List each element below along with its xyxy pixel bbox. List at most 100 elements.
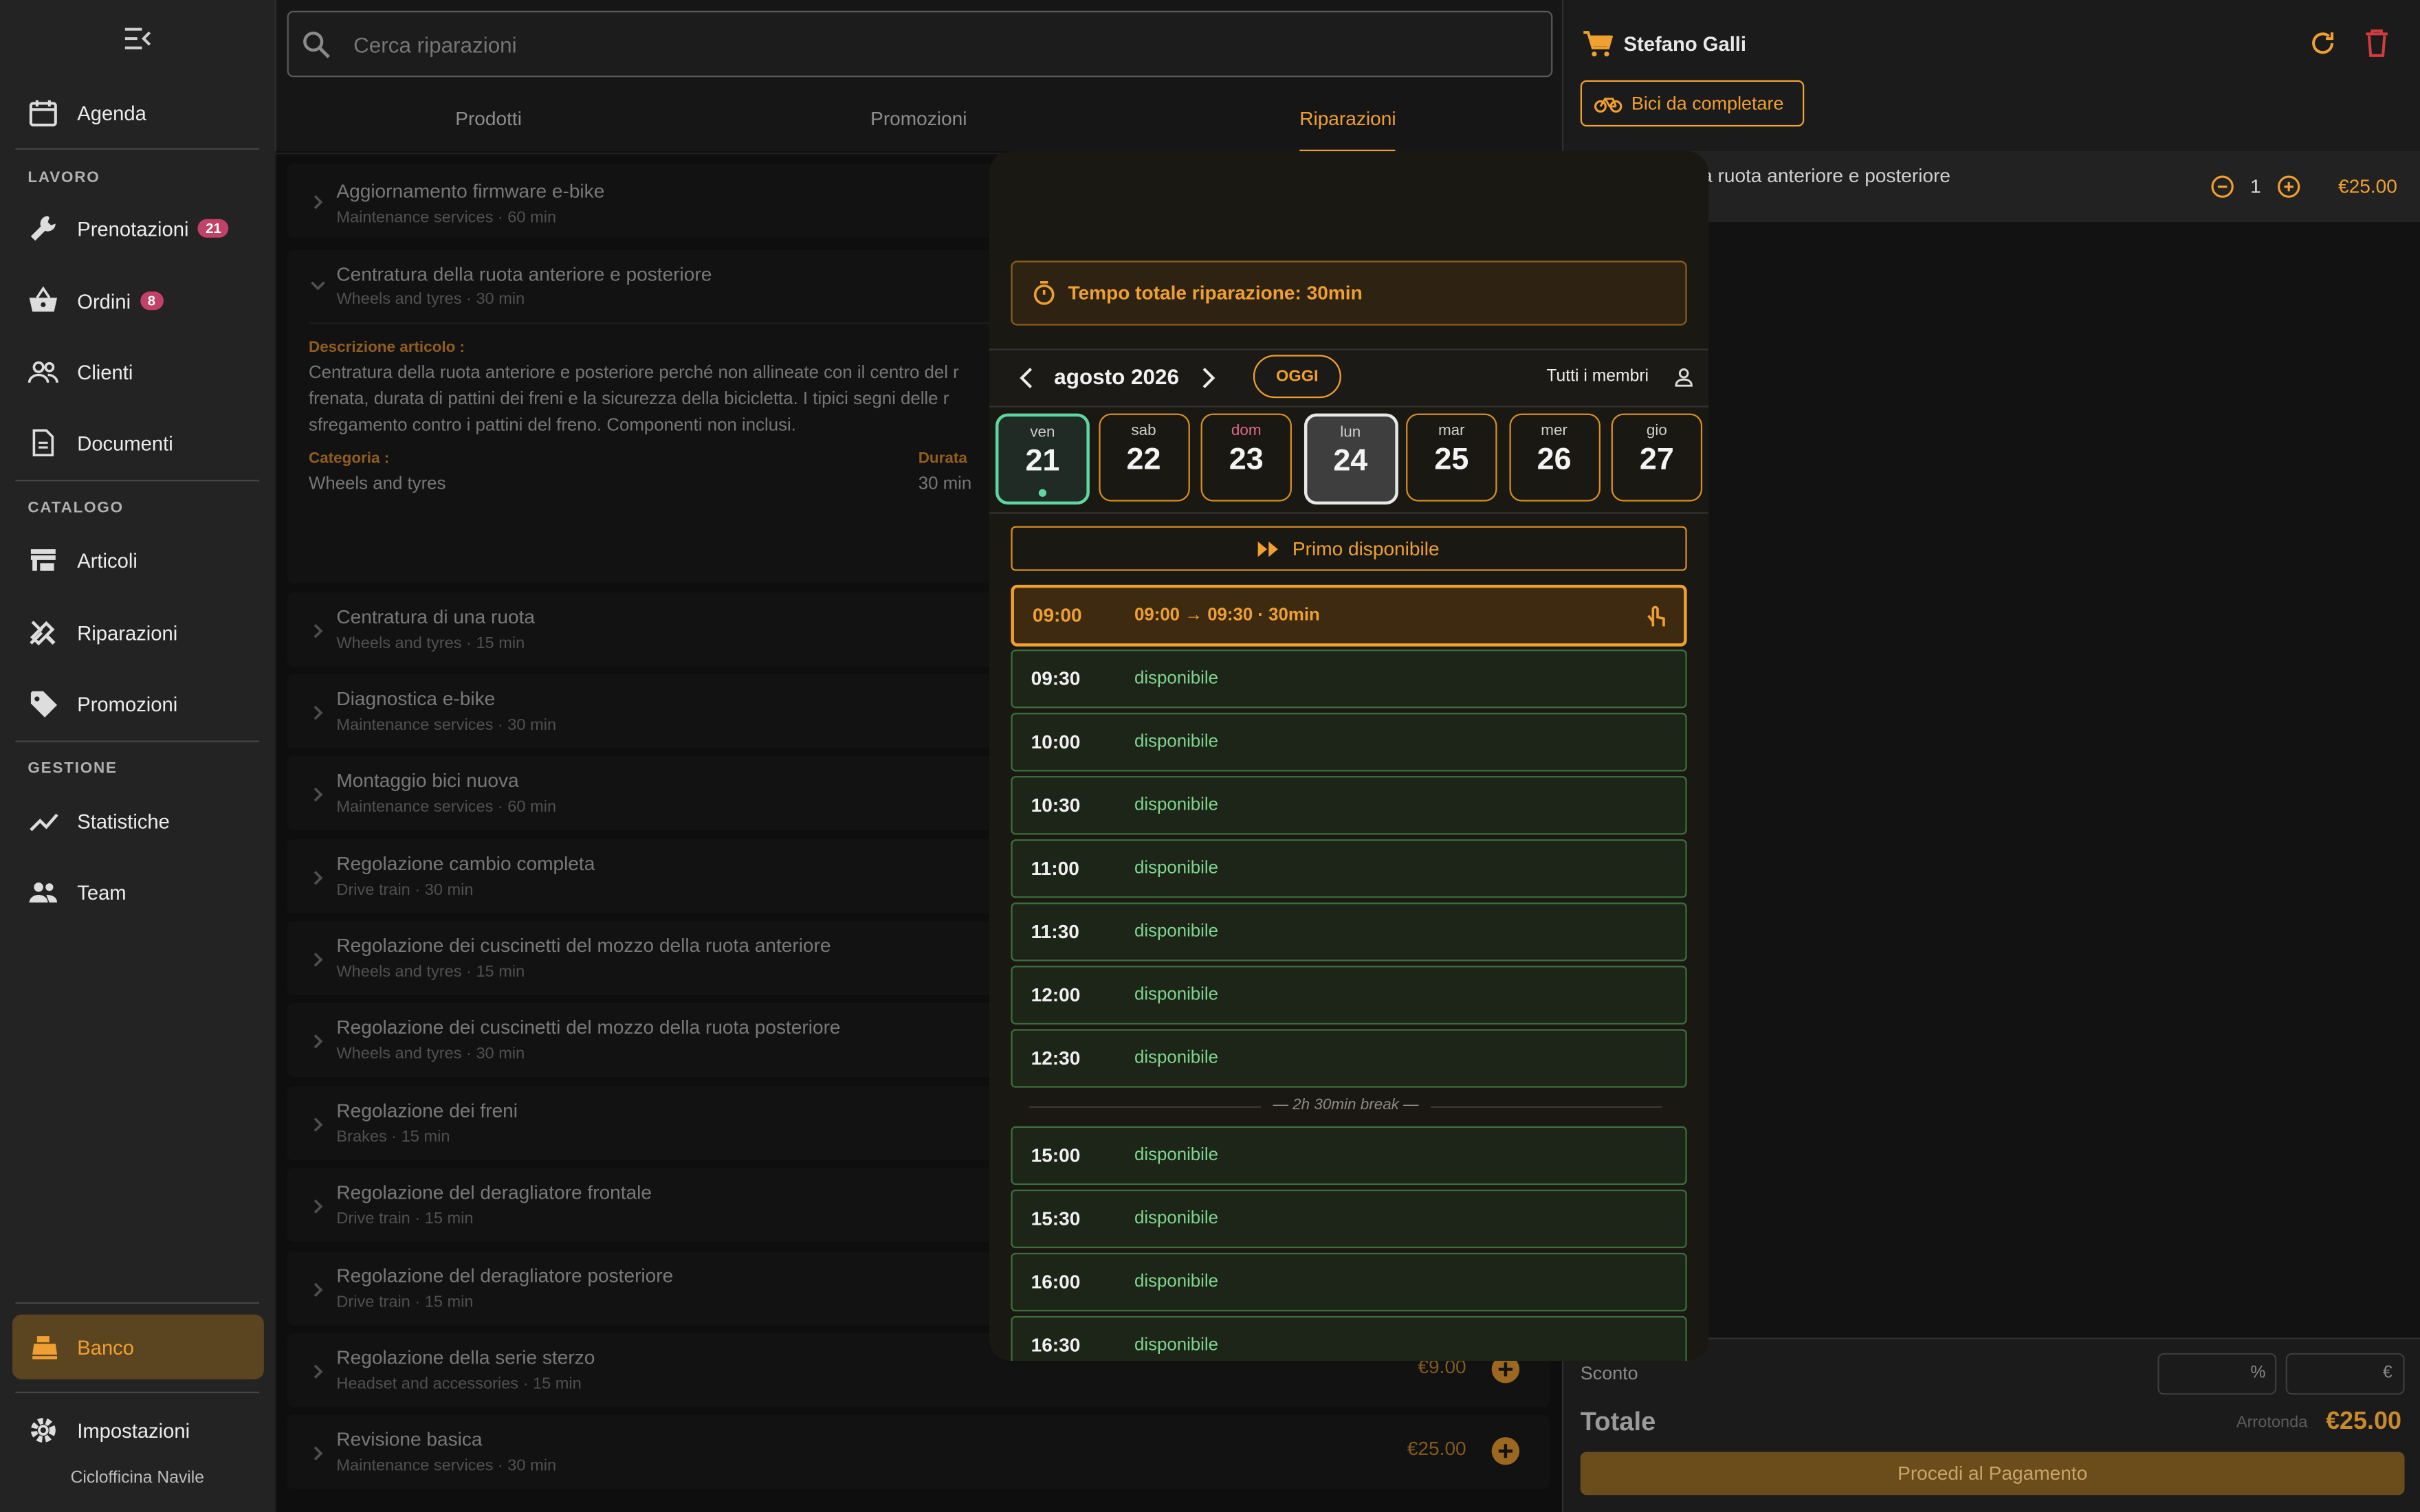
sidebar-item-agenda[interactable]: Agenda: [28, 89, 146, 135]
time-slot[interactable]: 10:00 disponibile: [1011, 713, 1687, 772]
day-number: 23: [1229, 443, 1264, 477]
slot-range: 09:00 → 09:30 · 30min: [1134, 606, 1320, 625]
time-slot[interactable]: 12:30 disponibile: [1011, 1029, 1687, 1088]
day-name: dom: [1231, 423, 1262, 440]
day-number: 26: [1537, 443, 1572, 477]
search-input[interactable]: [350, 30, 1438, 58]
chevron-left-icon[interactable]: [1019, 367, 1034, 388]
time-slot[interactable]: 16:30 disponibile: [1011, 1315, 1687, 1361]
count-badge: 8: [140, 291, 164, 311]
sidebar-item-label: Banco: [77, 1335, 135, 1359]
cart-icon: [1582, 30, 1613, 60]
sidebar-item-label: Impostazioni: [77, 1419, 190, 1442]
time-slot[interactable]: 12:00 disponibile: [1011, 966, 1687, 1025]
sidebar-item-ordini[interactable]: Ordini 8: [28, 278, 164, 324]
store-icon: [28, 544, 58, 575]
sidebar-item-riparazioni[interactable]: Riparazioni: [28, 610, 177, 656]
register-icon: [31, 1333, 58, 1361]
bicycle-icon: [1594, 94, 1622, 113]
app-root: Agenda LAVORO Prenotazioni 21 Ordini 8 C…: [0, 0, 2420, 1512]
slot-status: disponibile: [1134, 1049, 1219, 1068]
search-bar[interactable]: [287, 10, 1553, 78]
sidebar-item-label: Prenotazioni: [77, 216, 189, 241]
divider: [15, 740, 260, 742]
time-slot[interactable]: 09:30 disponibile: [1011, 649, 1687, 709]
customer-name: Stefano Galli: [1623, 32, 1747, 56]
time-slot[interactable]: 11:00 disponibile: [1011, 839, 1687, 898]
sidebar-item-documenti[interactable]: Documenti: [28, 420, 173, 466]
bike-to-complete-button[interactable]: Bici da completare: [1580, 80, 1805, 127]
day-24[interactable]: lun 24: [1303, 413, 1398, 505]
members-filter[interactable]: Tutti i membri: [1546, 367, 1649, 386]
search-icon: [301, 29, 332, 60]
day-number: 21: [1025, 444, 1060, 478]
sidebar-item-prenotazioni[interactable]: Prenotazioni 21: [28, 205, 229, 252]
time-slot[interactable]: 10:30 disponibile: [1011, 776, 1687, 835]
divider: [15, 1302, 260, 1304]
day-name: lun: [1340, 424, 1361, 442]
slot-status: disponibile: [1134, 1146, 1219, 1165]
wrench-icon: [28, 213, 58, 244]
section-label-catalogo: CATALOGO: [28, 500, 124, 518]
day-26[interactable]: mer 26: [1508, 413, 1600, 502]
cart-item-price: €25.00: [2338, 175, 2397, 198]
sidebar-item-label: Promozioni: [77, 691, 178, 715]
count-badge: 21: [197, 219, 229, 238]
sidebar-item-label: Statistiche: [77, 809, 170, 833]
day-name: sab: [1131, 423, 1156, 440]
day-27[interactable]: gio 27: [1611, 413, 1703, 502]
sidebar-item-clienti[interactable]: Clienti: [28, 348, 133, 394]
time-slot[interactable]: 15:00 disponibile: [1011, 1126, 1687, 1186]
day-25[interactable]: mar 25: [1406, 413, 1497, 502]
refresh-icon[interactable]: [2309, 30, 2336, 57]
slot-status: disponibile: [1134, 1210, 1219, 1228]
slot-status: disponibile: [1134, 796, 1219, 815]
round-button[interactable]: Arrotonda: [2236, 1413, 2308, 1432]
document-icon: [28, 427, 58, 458]
tools-icon: [28, 617, 58, 648]
time-slot[interactable]: 16:00 disponibile: [1011, 1252, 1687, 1312]
day-name: gio: [1646, 423, 1667, 440]
sidebar-item-statistiche[interactable]: Statistiche: [28, 798, 170, 844]
day-number: 27: [1639, 443, 1674, 477]
sidebar-item-impostazioni[interactable]: Impostazioni: [28, 1407, 190, 1453]
sidebar-item-label: Clienti: [77, 360, 133, 383]
divider: [15, 148, 260, 150]
sidebar-item-label: Documenti: [77, 431, 173, 455]
day-23[interactable]: dom 23: [1200, 413, 1292, 502]
slot-time: 10:30: [1031, 794, 1081, 816]
proceed-payment-button[interactable]: Procedi al Pagamento: [1580, 1452, 2405, 1496]
plus-icon[interactable]: [2276, 175, 2301, 199]
section-label-lavoro: LAVORO: [28, 169, 100, 187]
sidebar-item-team[interactable]: Team: [28, 869, 126, 915]
slot-status: disponibile: [1134, 669, 1219, 689]
first-available-button[interactable]: Primo disponibile: [1011, 526, 1687, 571]
total-time-banner: Tempo totale riparazione: 30min: [1011, 260, 1687, 326]
day-21[interactable]: ven 21: [995, 413, 1090, 505]
discount-euro-input[interactable]: €: [2285, 1353, 2405, 1395]
divider: [15, 1391, 260, 1394]
sidebar-item-banco[interactable]: Banco: [12, 1314, 264, 1379]
shop-name: Ciclofficina Navile: [70, 1469, 204, 1488]
slot-time: 16:30: [1031, 1334, 1081, 1357]
day-22[interactable]: sab 22: [1098, 413, 1189, 502]
selected-slot[interactable]: 09:00 09:00 → 09:30 · 30min: [1011, 584, 1687, 647]
sidebar-item-articoli[interactable]: Articoli: [28, 537, 138, 583]
day-number: 25: [1434, 443, 1469, 477]
time-slot[interactable]: 15:30 disponibile: [1011, 1189, 1687, 1249]
discount-percent-input[interactable]: %: [2157, 1353, 2277, 1395]
minus-icon[interactable]: [2210, 175, 2235, 199]
booking-dialog: Tempo totale riparazione: 30min agosto 2…: [989, 151, 1709, 1361]
trash-icon[interactable]: [2364, 27, 2389, 58]
sidebar-item-promozioni[interactable]: Promozioni: [28, 680, 177, 726]
chevron-right-icon[interactable]: [1201, 367, 1216, 388]
slot-time: 11:30: [1031, 921, 1079, 943]
tab-promozioni[interactable]: Promozioni: [870, 108, 967, 129]
tab-riparazioni[interactable]: Riparazioni: [1299, 108, 1396, 129]
tab-prodotti[interactable]: Prodotti: [455, 108, 522, 129]
today-button[interactable]: OGGI: [1253, 355, 1341, 399]
person-icon[interactable]: [1675, 367, 1693, 387]
touch-icon: [1645, 602, 1666, 630]
time-slot[interactable]: 11:30 disponibile: [1011, 902, 1687, 961]
menu-collapse-icon[interactable]: [124, 26, 151, 51]
